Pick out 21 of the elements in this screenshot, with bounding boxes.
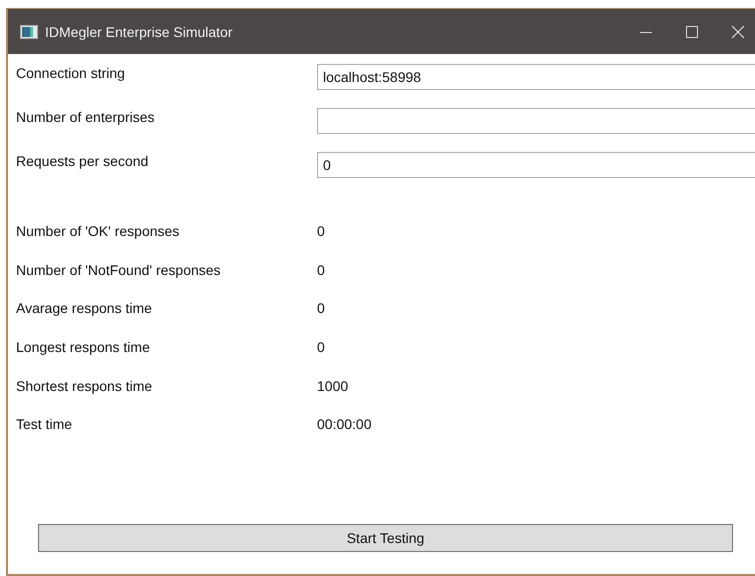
input-field[interactable] [317, 108, 755, 134]
stat-value: 00:00:00 [317, 416, 372, 432]
stat-label: Shortest respons time [16, 378, 154, 394]
stat-label: Number of 'OK' responses [16, 223, 180, 240]
stat-value: 0 [317, 223, 325, 240]
field-label: Connection string [16, 65, 126, 81]
start-testing-button[interactable]: Start Testing [38, 524, 733, 552]
input-field[interactable]: 0 [317, 152, 755, 178]
stat-label: Longest respons time [16, 339, 151, 356]
input-field[interactable]: localhost:58998 [317, 64, 755, 90]
stat-label: Test time [16, 416, 74, 432]
stat-value: 0 [317, 262, 325, 278]
stat-value: 1000 [317, 378, 348, 394]
field-label: Number of enterprises [16, 109, 156, 125]
stat-value: 0 [317, 339, 325, 356]
stat-label: Avarage respons time [16, 300, 153, 316]
window-title: IDMegler Enterprise Simulator [45, 24, 234, 40]
field-label: Requests per second [16, 153, 150, 169]
app-icon [20, 24, 38, 38]
stat-value: 0 [317, 300, 325, 316]
stat-label: Number of 'NotFound' responses [16, 262, 222, 278]
